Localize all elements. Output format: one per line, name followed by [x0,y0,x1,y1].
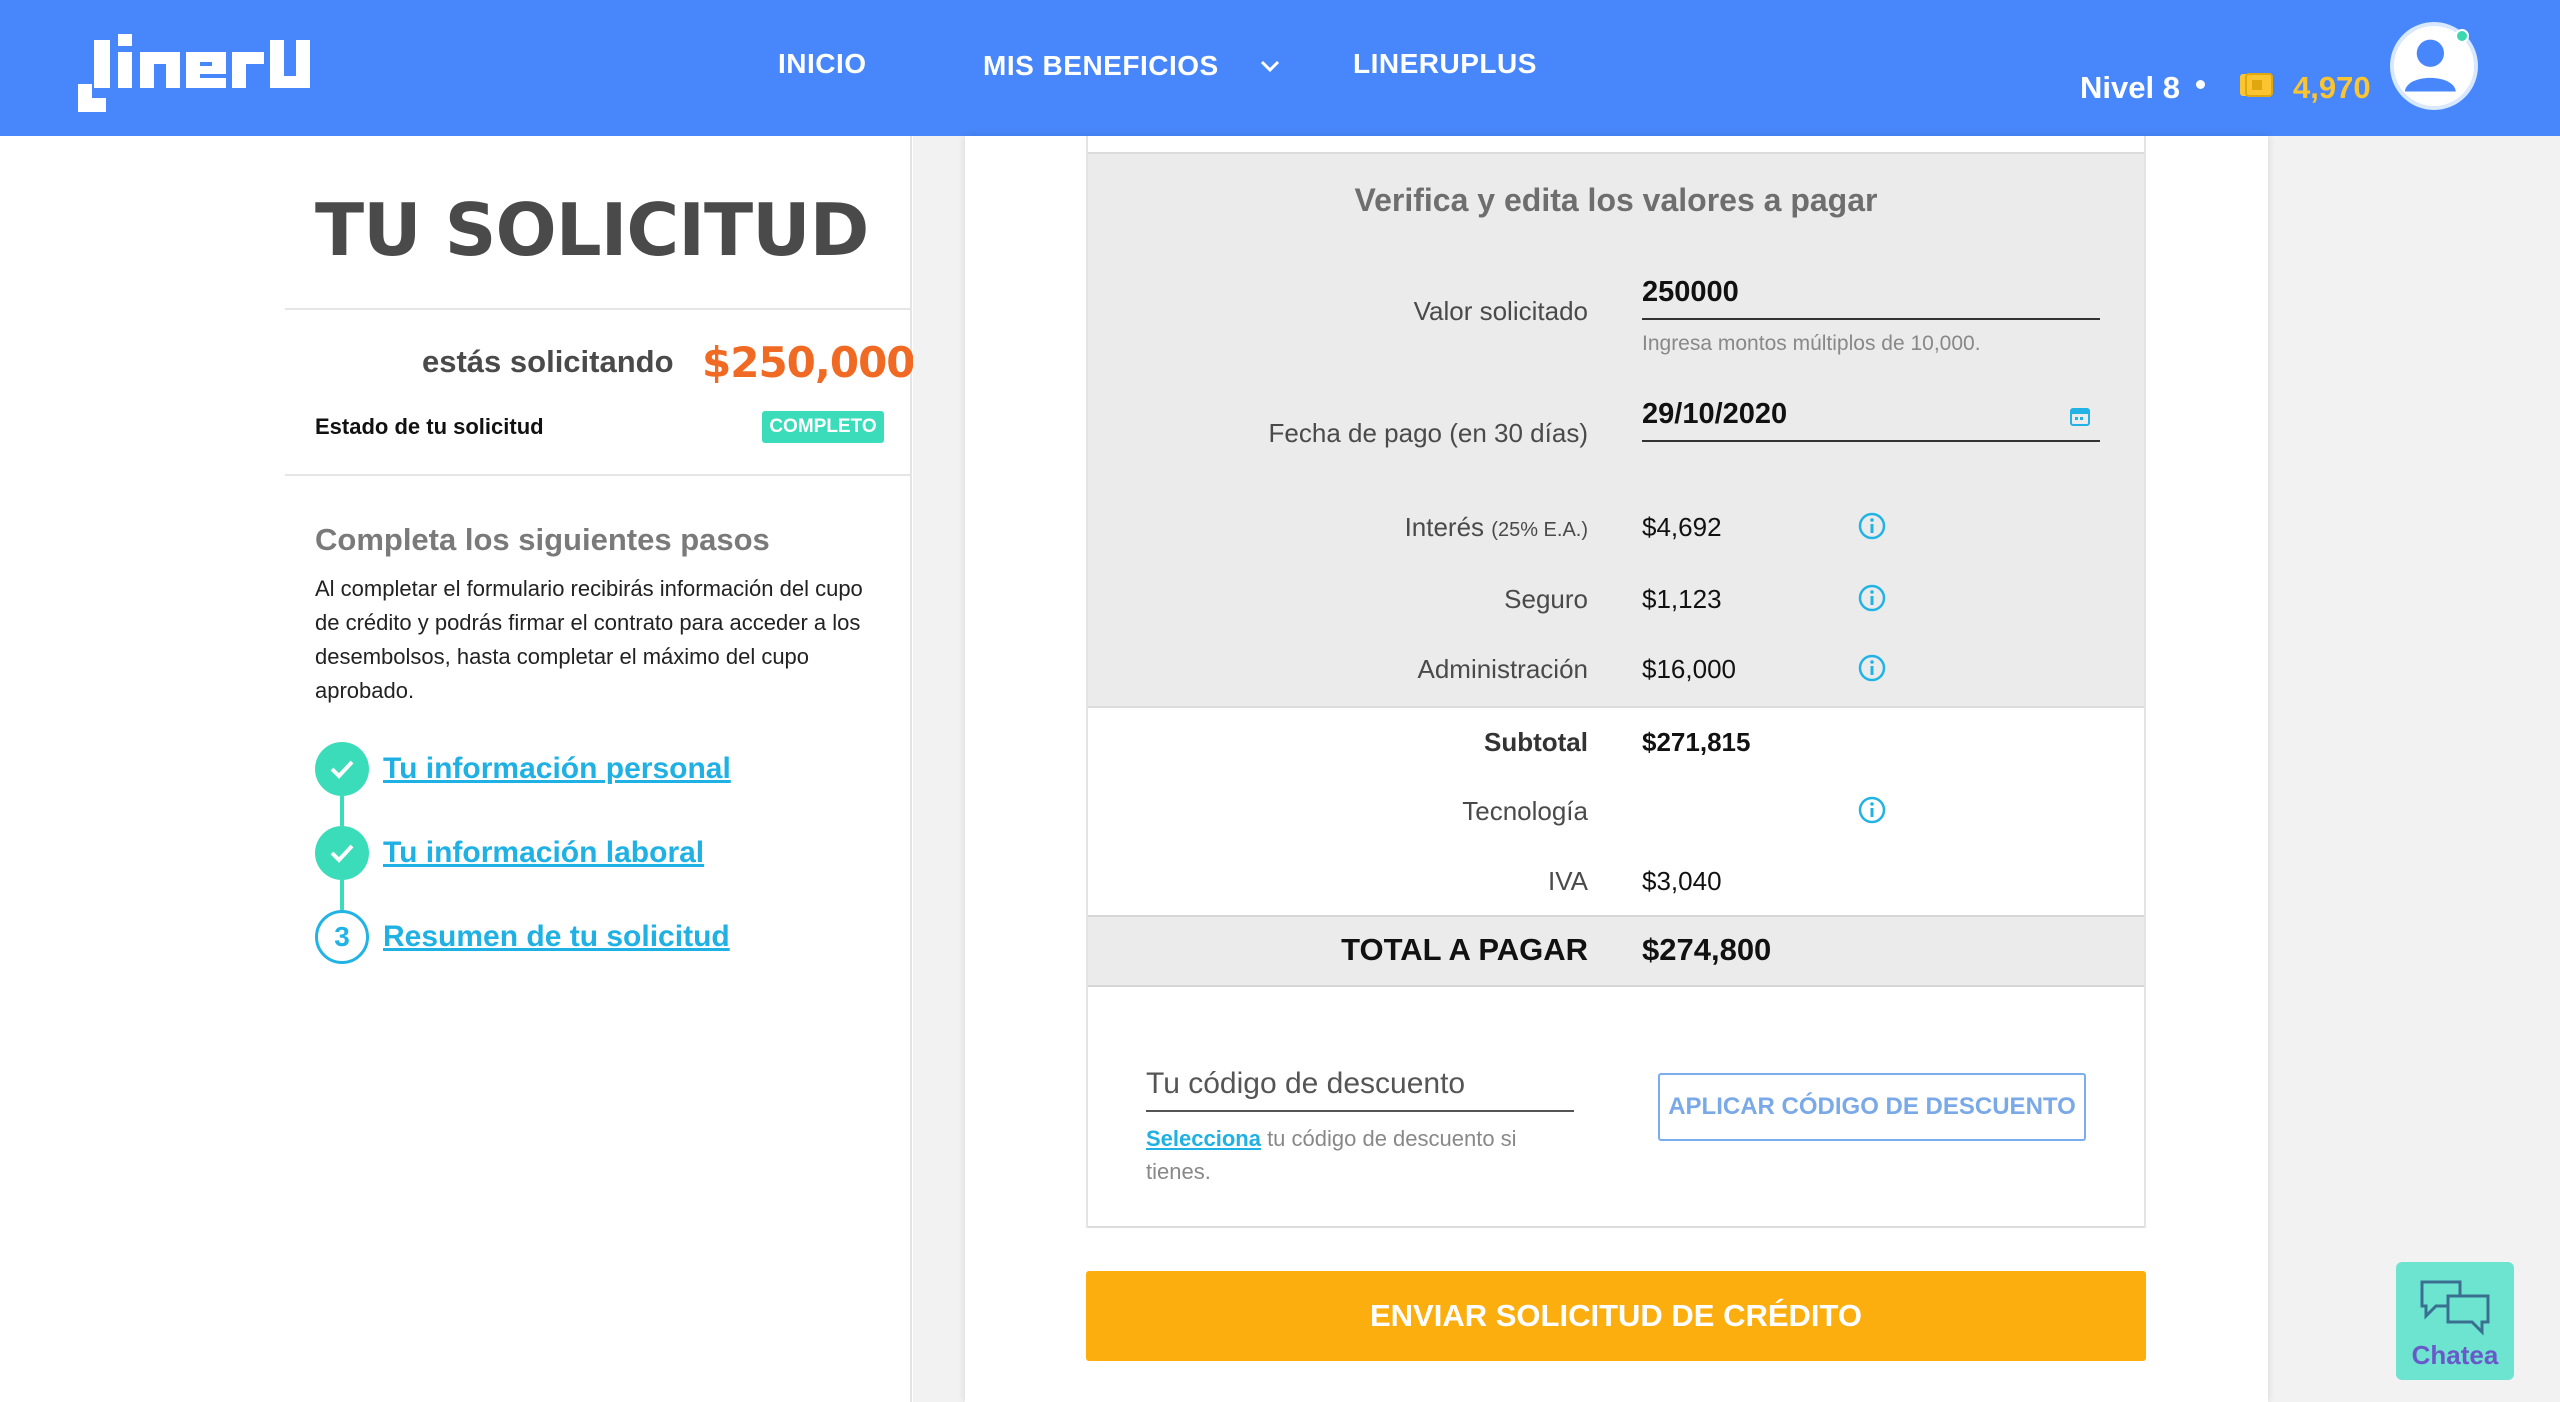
nav-mis-beneficios-label: MIS BENEFICIOS [983,50,1219,81]
info-icon[interactable] [1858,796,1886,824]
nav-inicio[interactable]: INICIO [778,48,867,80]
divider [1088,706,2144,708]
user-level: Nivel 8 [2080,70,2180,105]
valor-label: Valor solicitado [1413,296,1588,326]
valor-input[interactable]: 250000 [1642,276,1739,309]
fecha-label: Fecha de pago (en 30 días) [1268,418,1588,448]
interes-label-text: Interés [1404,512,1485,542]
divider [285,308,912,310]
status-label: Estado de tu solicitud [315,414,544,439]
submit-credit-request-button[interactable]: ENVIAR SOLICITUD DE CRÉDITO [1086,1271,2146,1361]
calendar-icon[interactable] [2068,404,2092,428]
iva-label: IVA [1548,866,1588,896]
divider [1088,1226,2144,1228]
valor-hint: Ingresa montos múltiplos de 10,000. [1642,332,1981,355]
requesting-amount: $250,000 [702,338,916,387]
tecnologia-label: Tecnología [1462,796,1588,826]
nav-mis-beneficios[interactable]: MIS BENEFICIOS [983,50,1281,82]
check-icon [315,742,369,796]
seguro-value: $1,123 [1642,584,1722,614]
chat-bubbles-icon [2420,1280,2490,1336]
step-connector [340,796,344,826]
section-title: Verifica y edita los valores a pagar [1354,182,1878,218]
divider [285,474,912,476]
check-icon [315,826,369,880]
requesting-label: estás solicitando [422,344,674,379]
seguro-label: Seguro [1504,584,1588,614]
points-balance: 4,970 [2293,70,2371,105]
step-connector [340,880,344,910]
step-number: 3 [315,910,369,964]
chevron-down-icon [1260,60,1279,73]
total-label: TOTAL A PAGAR [1341,932,1588,967]
online-status-dot [2455,29,2469,43]
step-link[interactable]: Resumen de tu solicitud [383,920,730,954]
info-icon[interactable] [1858,584,1886,612]
info-icon[interactable] [1858,512,1886,540]
discount-hint: Selecciona tu código de descuento si tie… [1146,1122,1576,1188]
chat-label: Chatea [2411,1340,2499,1370]
step-link[interactable]: Tu información laboral [383,836,704,870]
status-badge: COMPLETO [762,411,884,443]
lineru-logo[interactable] [78,22,358,112]
subtotal-label: Subtotal [1484,727,1588,757]
separator-dot [2196,80,2205,89]
coin-icon [2240,73,2273,97]
chat-button[interactable]: Chatea [2396,1262,2514,1380]
step-personal-info[interactable]: Tu información personal [315,742,731,796]
step-work-info[interactable]: Tu información laboral [315,826,704,880]
editable-values-section [1088,152,2144,708]
page-title: TU SOLICITUD [315,188,869,272]
iva-value: $3,040 [1642,866,1722,896]
subtotal-value: $271,815 [1642,727,1751,757]
nav-lineruplus[interactable]: LINERUPLUS [1353,48,1537,80]
fecha-input[interactable]: 29/10/2020 [1642,398,1787,431]
interes-value: $4,692 [1642,512,1722,542]
total-band [1088,915,2144,987]
valor-input-underline [1642,318,2100,320]
info-icon[interactable] [1858,654,1886,682]
step-summary[interactable]: 3 Resumen de tu solicitud [315,910,730,964]
select-discount-link[interactable]: Selecciona [1146,1126,1261,1151]
admin-label: Administración [1417,654,1588,684]
step-link[interactable]: Tu información personal [383,752,731,786]
fecha-input-underline [1642,440,2100,442]
total-value: $274,800 [1642,932,1772,967]
steps-description: Al completar el formulario recibirás inf… [315,576,863,703]
steps-title: Completa los siguientes pasos [315,522,770,557]
interes-rate-note: (25% E.A.) [1491,519,1588,541]
apply-discount-button[interactable]: APLICAR CÓDIGO DE DESCUENTO [1658,1073,2086,1141]
top-navbar: INICIO MIS BENEFICIOS LINERUPLUS Nivel 8… [0,0,2560,136]
discount-code-input[interactable] [1146,1058,1574,1112]
admin-value: $16,000 [1642,654,1736,684]
interes-label: Interés (25% E.A.) [1405,512,1588,543]
